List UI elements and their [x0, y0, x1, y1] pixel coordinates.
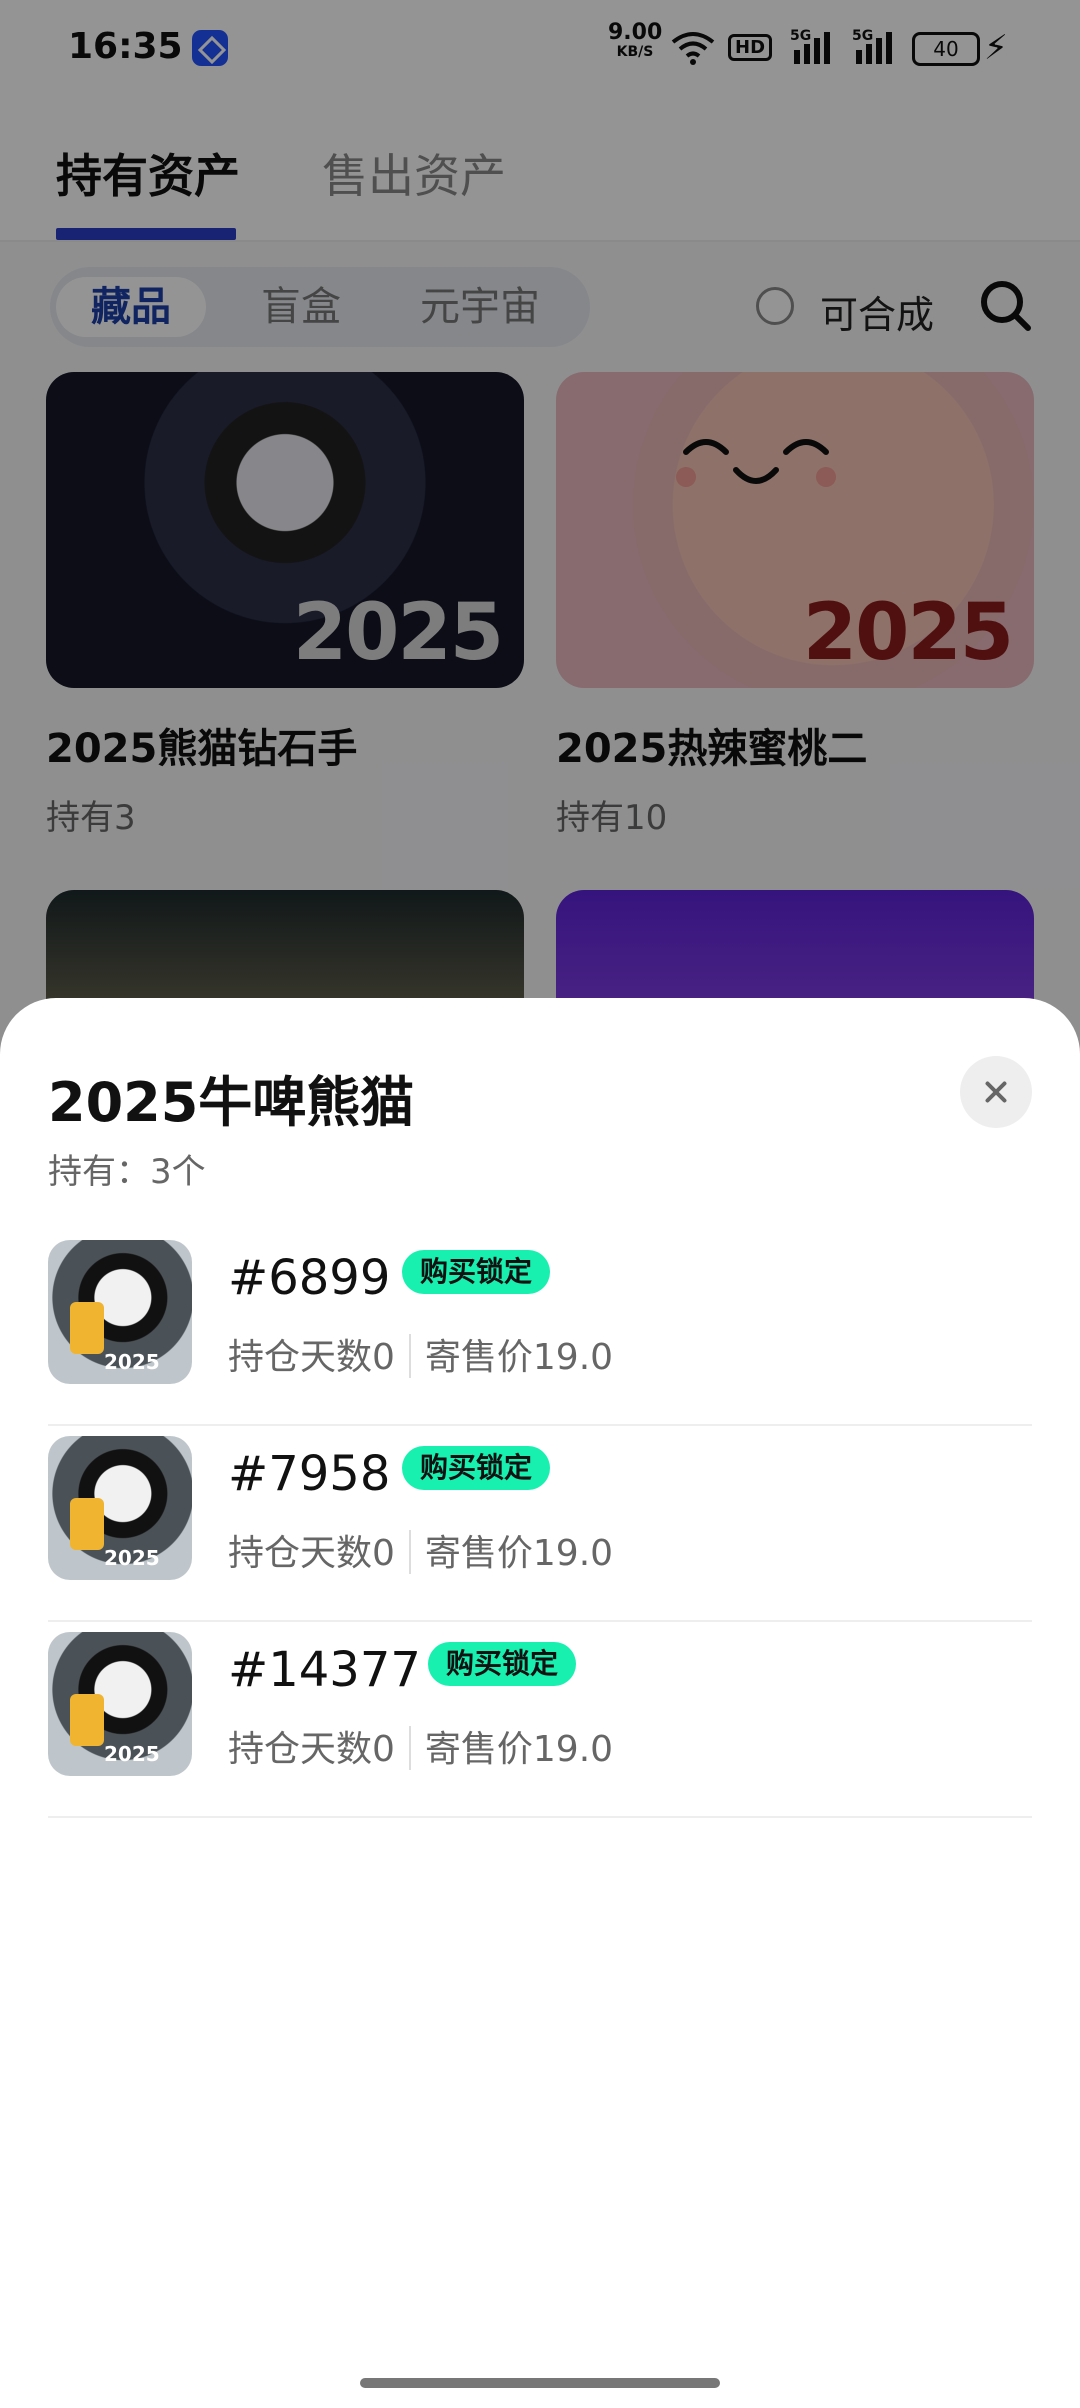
holding-days: 持仓天数0: [228, 1337, 395, 1378]
consignment-price: 寄售价19.0: [424, 1533, 614, 1574]
item-thumbnail: 2025: [48, 1632, 192, 1776]
item-id: #7958: [228, 1446, 391, 1502]
consignment-price: 寄售价19.0: [424, 1729, 614, 1770]
item-thumbnail: 2025: [48, 1240, 192, 1384]
item-id: #6899: [228, 1250, 391, 1306]
item-thumbnail: 2025: [48, 1436, 192, 1580]
list-item[interactable]: 2025 #7958 购买锁定 持仓天数0 寄售价19.0: [48, 1426, 1032, 1622]
list-item[interactable]: 2025 #14377 购买锁定 持仓天数0 寄售价19.0: [48, 1622, 1032, 1818]
item-meta: 持仓天数0 寄售价19.0: [228, 1524, 613, 1580]
item-meta: 持仓天数0 寄售价19.0: [228, 1328, 613, 1384]
home-indicator[interactable]: [360, 2378, 720, 2388]
holdings-sheet: 2025牛啤熊猫 持有：3个 2025 #6899 购买锁定 持仓天数0 寄售价1…: [0, 998, 1080, 2408]
close-button[interactable]: [960, 1056, 1032, 1128]
holding-days: 持仓天数0: [228, 1729, 395, 1770]
holding-list: 2025 #6899 购买锁定 持仓天数0 寄售价19.0 2025 #7958 …: [0, 1230, 1080, 1818]
app-root: 16:35 9.00 KB/S HD 5G 5G 40 ⚡ 持有资产 售出资产: [0, 0, 1080, 2408]
list-item[interactable]: 2025 #6899 购买锁定 持仓天数0 寄售价19.0: [48, 1230, 1032, 1426]
item-meta: 持仓天数0 寄售价19.0: [228, 1720, 613, 1776]
status-badge: 购买锁定: [428, 1642, 577, 1686]
status-badge: 购买锁定: [402, 1250, 551, 1294]
consignment-price: 寄售价19.0: [424, 1337, 614, 1378]
holding-days: 持仓天数0: [228, 1533, 395, 1574]
status-badge: 购买锁定: [402, 1446, 551, 1490]
sheet-title: 2025牛啤熊猫: [48, 1071, 415, 1134]
item-id: #14377: [228, 1642, 421, 1698]
sheet-subtitle: 持有：3个: [48, 1152, 206, 1192]
